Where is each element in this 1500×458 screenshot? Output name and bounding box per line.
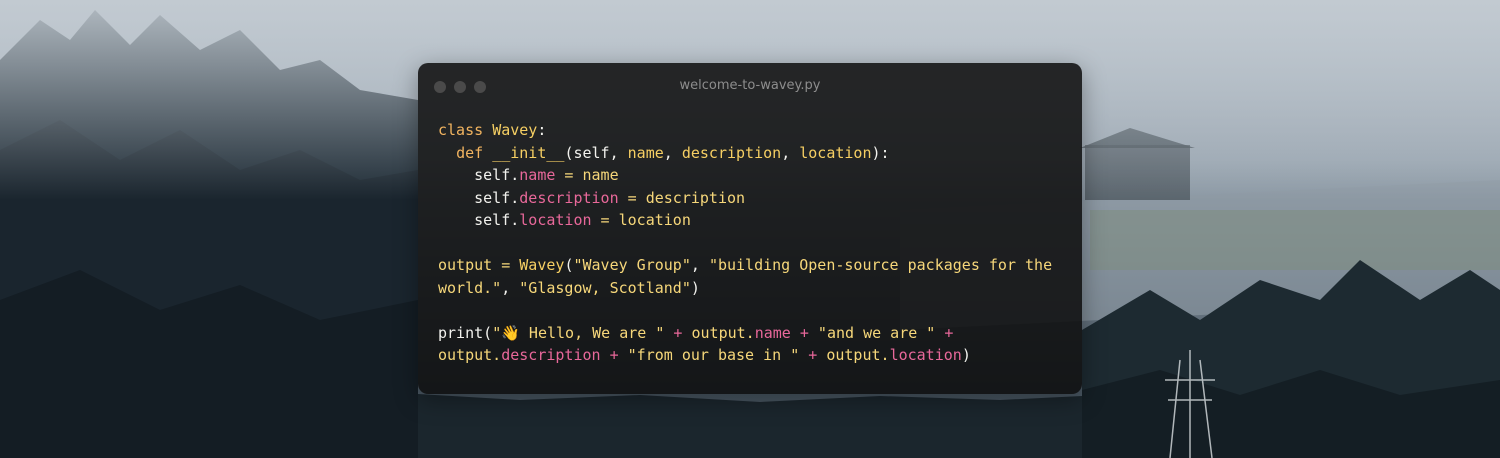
code-line-2: def __init__(self, name, description, lo… [456, 143, 890, 162]
code-line-10: print("👋 Hello, We are " + output.name +… [438, 323, 954, 342]
window-titlebar: welcome-to-wavey.py [418, 63, 1082, 109]
code-line-5: self.location = location [474, 211, 691, 229]
code-block[interactable]: class Wavey: def __init__(self, name, de… [438, 119, 1052, 367]
code-line-blank-2 [438, 299, 1052, 322]
code-line-11: output.description + "from our base in "… [438, 346, 971, 364]
code-line-7: output = Wavey("Wavey Group", "building … [438, 256, 1053, 274]
window-title: welcome-to-wavey.py [679, 78, 821, 93]
code-line-4: self.description = description [474, 188, 746, 207]
code-line-3: self.name = name [474, 166, 619, 184]
code-line-8: world.", "Glasgow, Scotland") [438, 278, 700, 297]
code-window: welcome-to-wavey.py class Wavey: def __i… [418, 63, 1082, 394]
code-line-1: class Wavey: [438, 121, 547, 139]
